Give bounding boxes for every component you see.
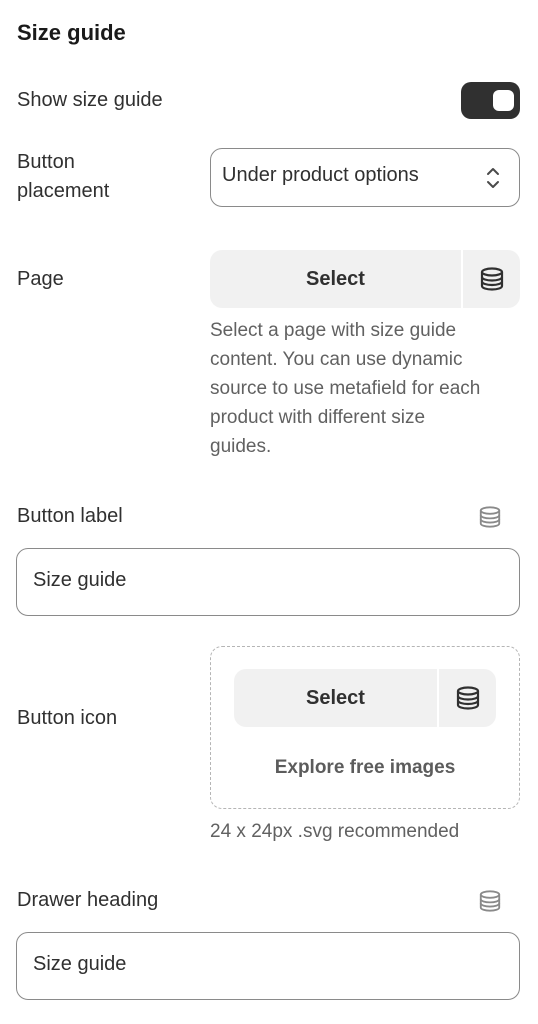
page-select-button[interactable]: Select — [210, 250, 461, 308]
database-icon — [480, 267, 503, 291]
page-label: Page — [17, 268, 64, 290]
section-title: Size guide — [17, 20, 126, 45]
explore-free-images-link[interactable]: Explore free images — [211, 757, 519, 779]
page-picker: Select — [210, 250, 520, 308]
button-icon-dynamic-source-button[interactable] — [439, 669, 496, 727]
drawer-heading-value: Size guide — [33, 953, 127, 975]
button-placement-label: Button placement — [17, 151, 110, 202]
database-icon — [479, 890, 501, 912]
database-icon — [479, 506, 501, 528]
button-placement-value: Under product options — [222, 164, 419, 186]
toggle-knob — [493, 90, 514, 111]
page-dynamic-source-button[interactable] — [463, 250, 520, 308]
button-icon-select-button[interactable]: Select — [234, 669, 437, 727]
button-label-dynamic-source-button[interactable] — [478, 505, 502, 534]
button-icon-dropzone[interactable]: Select Explore free images — [210, 646, 520, 809]
button-icon-picker: Select — [234, 669, 496, 727]
button-icon-help-text: 24 x 24px .svg recommended — [210, 821, 460, 842]
button-label-input[interactable]: Size guide — [16, 548, 520, 616]
drawer-heading-dynamic-source-button[interactable] — [478, 889, 502, 918]
button-label-value: Size guide — [33, 569, 127, 591]
drawer-heading-label: Drawer heading — [17, 889, 159, 911]
chevron-up-down-icon — [487, 168, 499, 188]
page-help-text: Select a page with size guide content. Y… — [210, 320, 481, 457]
show-size-guide-toggle[interactable] — [461, 82, 520, 119]
drawer-heading-input[interactable]: Size guide — [16, 932, 520, 1000]
button-icon-label: Button icon — [17, 707, 118, 729]
button-placement-select[interactable]: Under product options — [210, 148, 520, 207]
button-label-label: Button label — [17, 505, 123, 527]
show-size-guide-label: Show size guide — [17, 89, 163, 111]
database-icon — [456, 686, 479, 710]
